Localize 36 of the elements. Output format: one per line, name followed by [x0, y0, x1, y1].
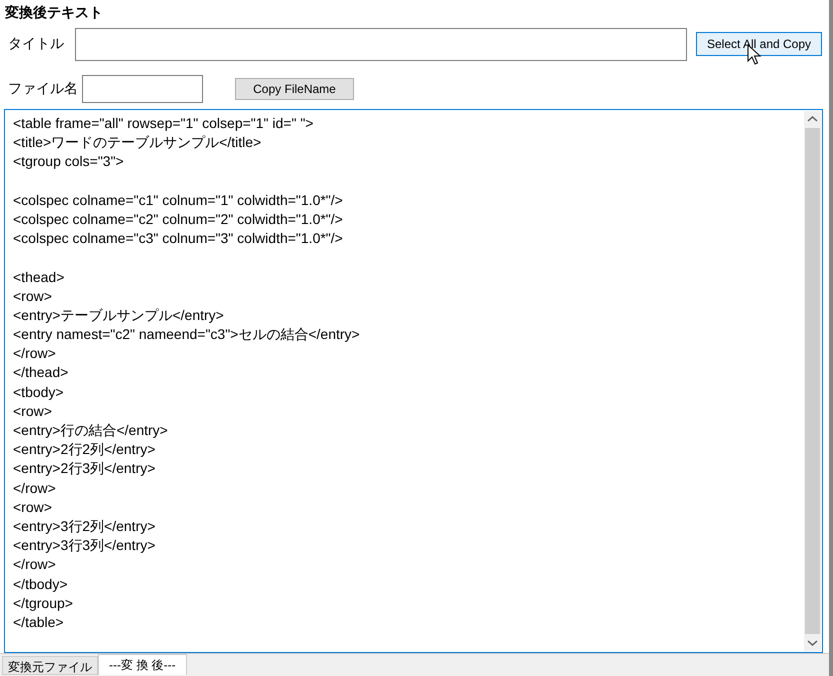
code-line: <thead> — [13, 268, 64, 286]
code-line: <entry namest="c2" nameend="c3">セルの結合</entry> — [13, 325, 360, 344]
text-editor[interactable] — [4, 109, 823, 653]
code-line: </table> — [13, 612, 64, 632]
code-line: </tbody> — [13, 574, 68, 594]
code-line: <title>ワードのテーブルサンプル</title> — [13, 133, 262, 152]
code-line: <entry>行の結合</entry> — [13, 421, 168, 440]
code-line: </tgroup> — [13, 594, 73, 613]
code-line: <colspec colname="c2" colnum="2" colwidth="1.0*"/> — [13, 210, 343, 229]
code-line: <tgroup cols="3"> — [13, 152, 124, 172]
tab[interactable]: 変換元ファイル — [2, 656, 98, 675]
code-line: <entry>テーブルサンプル</entry> — [13, 306, 224, 325]
code-line: </row> — [13, 555, 56, 574]
code-line: <table frame="all" rowsep="1" colsep="1" id=" "> — [13, 114, 314, 133]
code-line: </row> — [13, 478, 56, 498]
code-line: <entry>2行2列</entry> — [13, 440, 156, 460]
field-label: タイトル — [8, 35, 64, 53]
code-line: </thead> — [13, 363, 68, 382]
tab[interactable]: ---変 換 後--- — [98, 654, 187, 675]
code-line: <colspec colname="c3" colnum="3" colwidth="1.0*"/> — [13, 229, 343, 248]
code-line: <row> — [13, 498, 52, 517]
filename-field[interactable] — [82, 75, 203, 103]
copy-filename-button[interactable]: Copy FileName — [235, 78, 354, 100]
code-line: <entry>3行2列</entry> — [13, 516, 156, 536]
scrollbar-thumb[interactable] — [805, 128, 820, 634]
code-line: <entry>3行3列</entry> — [13, 536, 156, 556]
field-label: ファイル名 — [8, 80, 78, 98]
title-field[interactable] — [75, 28, 687, 60]
code-line: <tbody> — [13, 382, 64, 402]
code-line: <row> — [13, 286, 52, 306]
code-line: <row> — [13, 402, 52, 421]
code-line: </row> — [13, 344, 56, 364]
code-line: <colspec colname="c1" colnum="1" colwidth="1.0*"/> — [13, 190, 343, 210]
scrollbar[interactable] — [804, 111, 821, 651]
section-heading: 変換後テキスト — [4, 3, 103, 22]
code-line: <entry>2行3列</entry> — [13, 459, 156, 478]
